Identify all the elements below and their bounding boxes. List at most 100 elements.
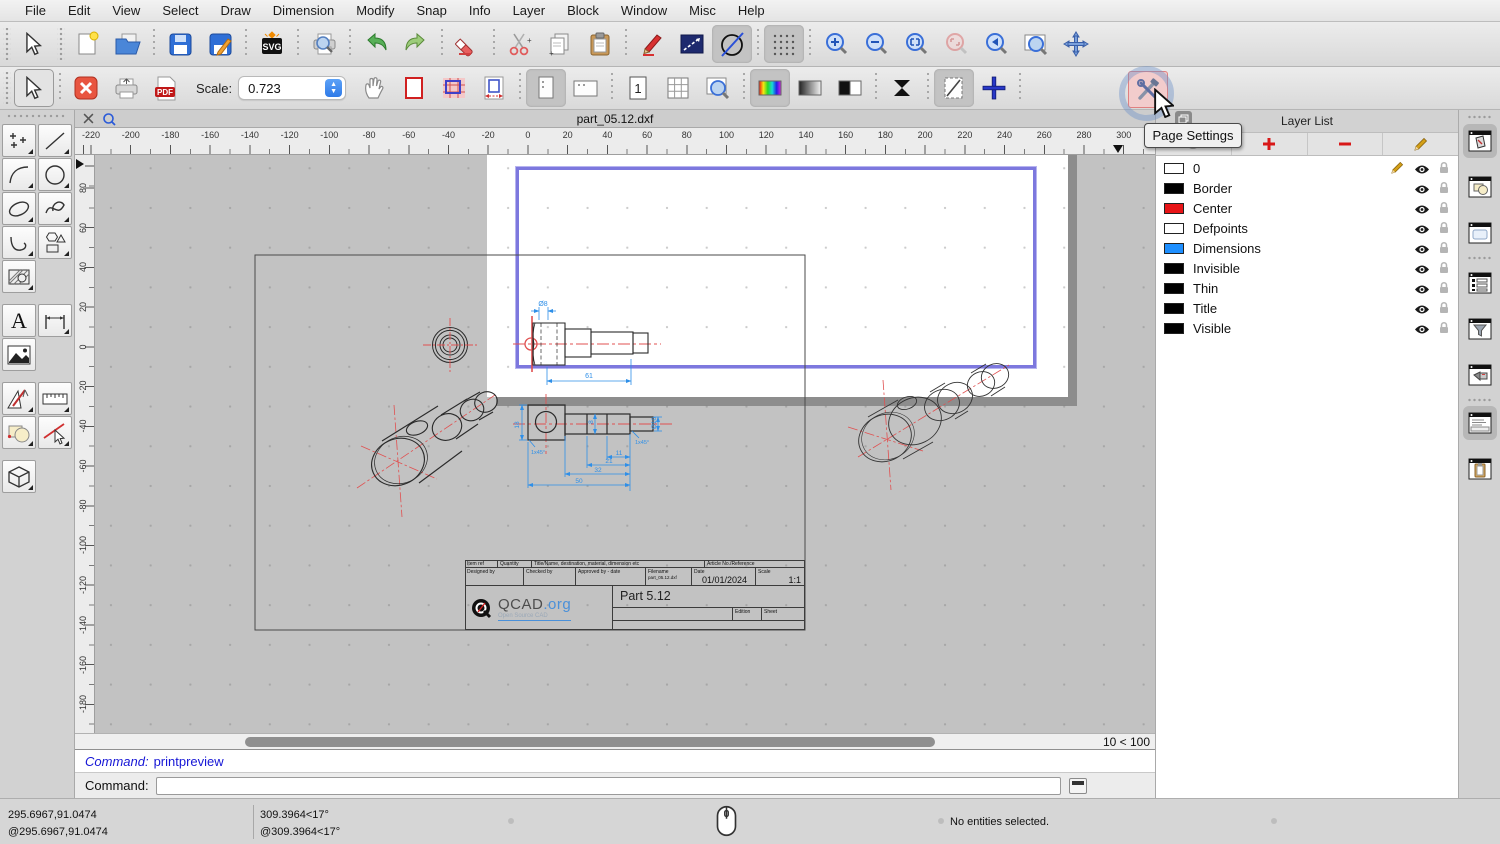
- tiled-pages-button[interactable]: [434, 69, 474, 107]
- edit-layer-button[interactable]: [1383, 133, 1458, 155]
- portrait-orientation-button[interactable]: [526, 69, 566, 107]
- command-line-dock-button[interactable]: [1463, 406, 1497, 440]
- layer-row[interactable]: Border: [1156, 178, 1458, 198]
- zoom-to-page-button[interactable]: [698, 69, 738, 107]
- print-preview-button[interactable]: [304, 25, 344, 63]
- modify-tools-button[interactable]: [2, 382, 36, 415]
- isometric-tools-button[interactable]: [2, 460, 36, 493]
- layer-color-swatch[interactable]: [1164, 163, 1184, 174]
- scrollbar-thumb[interactable]: [245, 737, 935, 747]
- layer-row[interactable]: Defpoints: [1156, 218, 1458, 238]
- circle-tools-button[interactable]: [38, 158, 72, 191]
- scale-combobox[interactable]: 0.723 ▲▼: [238, 76, 346, 100]
- layer-color-swatch[interactable]: [1164, 303, 1184, 314]
- crosshair-button[interactable]: [974, 69, 1014, 107]
- layer-lock-icon[interactable]: [1438, 321, 1450, 339]
- previous-view-button[interactable]: [976, 25, 1016, 63]
- copy-button[interactable]: +: [540, 25, 580, 63]
- layer-color-swatch[interactable]: [1164, 283, 1184, 294]
- menu-dimension[interactable]: Dimension: [262, 3, 345, 18]
- blackwhite-mode-button[interactable]: [830, 69, 870, 107]
- zoom-out-button[interactable]: [856, 25, 896, 63]
- layer-color-swatch[interactable]: [1164, 263, 1184, 274]
- menu-layer[interactable]: Layer: [502, 3, 557, 18]
- layer-lock-icon[interactable]: [1438, 281, 1450, 299]
- arc-tools-button[interactable]: [2, 158, 36, 191]
- menu-help[interactable]: Help: [727, 3, 776, 18]
- new-file-button[interactable]: [68, 25, 108, 63]
- layer-row[interactable]: Title: [1156, 298, 1458, 318]
- text-tool-button[interactable]: A: [2, 304, 36, 337]
- fit-to-page-button[interactable]: [474, 69, 514, 107]
- menu-select[interactable]: Select: [151, 3, 209, 18]
- layer-row[interactable]: Center: [1156, 198, 1458, 218]
- line-tools-button[interactable]: [38, 124, 72, 157]
- dimension-tools-button[interactable]: [38, 304, 72, 337]
- layer-color-swatch[interactable]: [1164, 183, 1184, 194]
- stepper-icon[interactable]: ▲▼: [325, 79, 342, 97]
- layer-lock-icon[interactable]: [1438, 261, 1450, 279]
- toolbar-drag-handle[interactable]: [3, 72, 11, 104]
- landscape-orientation-button[interactable]: [566, 69, 606, 107]
- shape-tools-button[interactable]: [38, 226, 72, 259]
- ellipse-tools-button[interactable]: [2, 192, 36, 225]
- panel-drag-handle[interactable]: [6, 113, 66, 119]
- pan-button[interactable]: [1056, 25, 1096, 63]
- hatch-tools-button[interactable]: [2, 260, 36, 293]
- layer-row[interactable]: Invisible: [1156, 258, 1458, 278]
- menu-modify[interactable]: Modify: [345, 3, 405, 18]
- grayscale-mode-button[interactable]: [790, 69, 830, 107]
- draft-mode-button[interactable]: [934, 69, 974, 107]
- measure-tools-button[interactable]: [38, 382, 72, 415]
- paste-button[interactable]: [580, 25, 620, 63]
- layer-lock-icon[interactable]: [1438, 201, 1450, 219]
- menu-misc[interactable]: Misc: [678, 3, 727, 18]
- grid-toggle-button[interactable]: [764, 25, 804, 63]
- clipboard-dock-button[interactable]: [1463, 452, 1497, 486]
- dock-drag-handle[interactable]: [1467, 115, 1493, 119]
- preview-pointer-button[interactable]: [14, 69, 54, 107]
- auto-zoom-button[interactable]: [896, 25, 936, 63]
- save-button[interactable]: [160, 25, 200, 63]
- menu-file[interactable]: File: [14, 3, 57, 18]
- tab-close-icon[interactable]: [83, 113, 94, 124]
- menu-block[interactable]: Block: [556, 3, 610, 18]
- pan-page-button[interactable]: [354, 69, 394, 107]
- menu-snap[interactable]: Snap: [406, 3, 458, 18]
- full-color-mode-button[interactable]: [750, 69, 790, 107]
- command-input[interactable]: [156, 777, 1061, 795]
- open-file-button[interactable]: [108, 25, 148, 63]
- drawing-canvas-area[interactable]: Ø8 61: [95, 155, 1155, 733]
- selection-filter-dock-button[interactable]: [1463, 312, 1497, 346]
- remove-layer-button[interactable]: [1308, 133, 1384, 155]
- redo-button[interactable]: [396, 25, 436, 63]
- distance-tool-button[interactable]: [672, 25, 712, 63]
- layer-color-swatch[interactable]: [1164, 203, 1184, 214]
- layer-lock-icon[interactable]: [1438, 181, 1450, 199]
- lineweight-scale-button[interactable]: [882, 69, 922, 107]
- layer-row[interactable]: Thin: [1156, 278, 1458, 298]
- menu-view[interactable]: View: [101, 3, 151, 18]
- layer-color-swatch[interactable]: [1164, 223, 1184, 234]
- pointer-tool-button[interactable]: [14, 25, 54, 63]
- show-paper-borders-button[interactable]: [394, 69, 434, 107]
- layer-list-dock-button[interactable]: [1463, 124, 1497, 158]
- delete-button[interactable]: [448, 25, 488, 63]
- menu-info[interactable]: Info: [458, 3, 502, 18]
- zoom-in-button[interactable]: [816, 25, 856, 63]
- layer-lock-icon[interactable]: [1438, 221, 1450, 239]
- cut-button[interactable]: +: [500, 25, 540, 63]
- svg-export-button[interactable]: SVG: [252, 25, 292, 63]
- toolbar-drag-handle[interactable]: [3, 28, 11, 60]
- spline-tools-button[interactable]: [38, 192, 72, 225]
- layer-row[interactable]: Visible: [1156, 318, 1458, 338]
- restrict-tool-button[interactable]: [712, 25, 752, 63]
- horizontal-scrollbar[interactable]: 10 < 100: [75, 733, 1155, 749]
- layer-row[interactable]: 0: [1156, 158, 1458, 178]
- zoom-window-button[interactable]: [1016, 25, 1056, 63]
- library-browser-dock-button[interactable]: [1463, 266, 1497, 300]
- toolbar-drag-handle[interactable]: [57, 28, 65, 60]
- add-layer-button[interactable]: [1232, 133, 1308, 155]
- layer-lock-icon[interactable]: [1438, 301, 1450, 319]
- command-popout-icon[interactable]: [1069, 778, 1087, 794]
